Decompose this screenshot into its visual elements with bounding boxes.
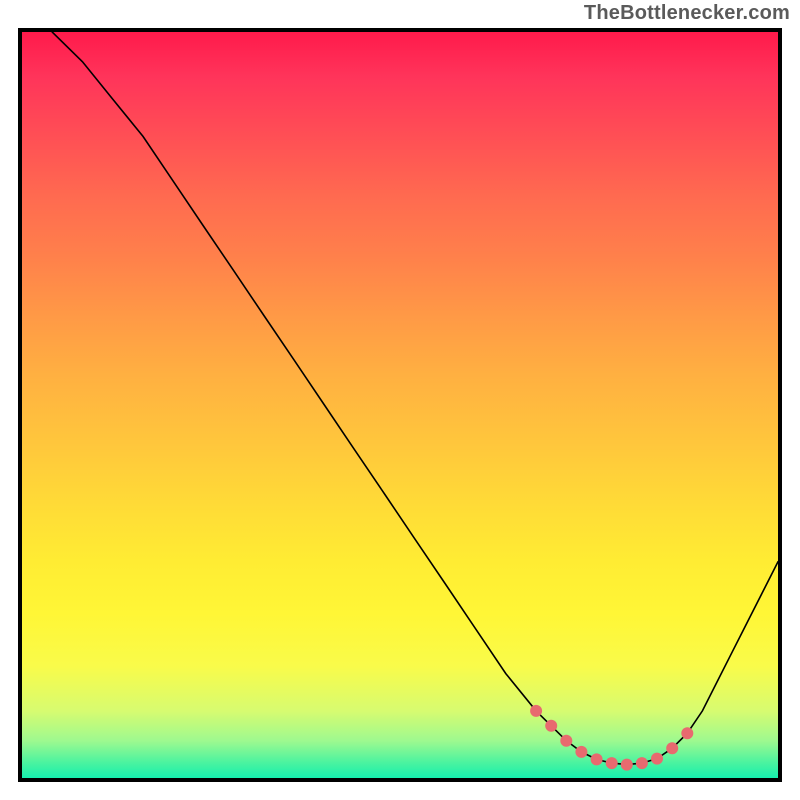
marker-dot	[530, 705, 542, 717]
marker-dot	[681, 727, 693, 739]
marker-dot	[651, 753, 663, 765]
marker-dot	[636, 757, 648, 769]
marker-dot	[606, 757, 618, 769]
chart-container: TheBottlenecker.com	[0, 0, 800, 800]
plot-frame	[18, 28, 782, 782]
marker-dot	[575, 746, 587, 758]
bottleneck-curve-line	[52, 32, 778, 765]
marker-dot	[621, 759, 633, 771]
marker-dot	[545, 720, 557, 732]
optimal-range-markers	[530, 705, 693, 771]
attribution-text: TheBottlenecker.com	[584, 2, 790, 25]
marker-dot	[666, 742, 678, 754]
marker-dot	[560, 735, 572, 747]
marker-dot	[591, 753, 603, 765]
chart-overlay-svg	[22, 32, 778, 778]
